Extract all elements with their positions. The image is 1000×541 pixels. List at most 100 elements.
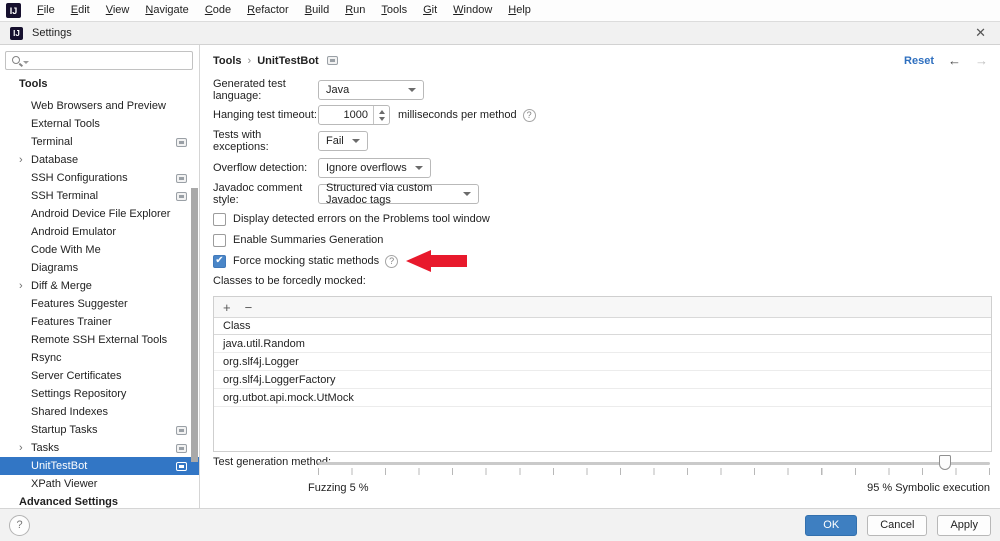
sidebar-item-terminal[interactable]: Terminal: [0, 133, 199, 151]
help-icon[interactable]: ?: [523, 109, 536, 122]
settings-window-titlebar: IJ Settings ✕: [0, 22, 1000, 45]
app-logo-icon: IJ: [6, 3, 21, 18]
sidebar-item-shared-indexes[interactable]: Shared Indexes: [0, 403, 199, 421]
sidebar-item-unittestbot[interactable]: UnitTestBot: [0, 457, 199, 475]
menu-file[interactable]: File: [29, 0, 63, 21]
spinner-stepper[interactable]: [373, 106, 389, 124]
hanging-test-timeout-input[interactable]: 1000: [318, 105, 390, 125]
test-generation-method-label: Test generation method:: [213, 453, 331, 471]
forward-arrow-icon[interactable]: →: [975, 53, 988, 68]
spinner-up-icon[interactable]: [379, 110, 385, 114]
menu-build[interactable]: Build: [297, 0, 337, 21]
menu-code[interactable]: Code: [197, 0, 239, 21]
enable-summaries-checkbox[interactable]: Enable Summaries Generation: [213, 232, 383, 248]
sidebar-section-advanced-settings[interactable]: Advanced Settings: [0, 493, 199, 511]
generated-test-language-select[interactable]: Java: [318, 80, 424, 100]
sidebar-item-ssh-configurations[interactable]: SSH Configurations: [0, 169, 199, 187]
tests-with-exceptions-select[interactable]: Fail: [318, 131, 368, 151]
help-button[interactable]: ?: [9, 515, 30, 536]
slider-ticks: [318, 468, 990, 475]
sidebar-item-ssh-terminal[interactable]: SSH Terminal: [0, 187, 199, 205]
remove-class-button[interactable]: −: [245, 301, 253, 314]
javadoc-comment-style-label: Javadoc comment style:: [213, 182, 318, 206]
project-level-icon: [176, 192, 187, 201]
table-row[interactable]: org.slf4j.Logger: [214, 353, 991, 371]
project-level-icon: [176, 174, 187, 183]
table-row[interactable]: org.slf4j.LoggerFactory: [214, 371, 991, 389]
ok-button[interactable]: OK: [805, 515, 857, 536]
chevron-right-icon: [19, 443, 31, 453]
table-toolbar: + −: [214, 297, 991, 318]
menu-help[interactable]: Help: [500, 0, 539, 21]
menu-run[interactable]: Run: [337, 0, 373, 21]
chevron-right-icon: [19, 281, 31, 291]
table-row[interactable]: org.utbot.api.mock.UtMock: [214, 389, 991, 407]
sidebar-item-rsync[interactable]: Rsync: [0, 349, 199, 367]
hanging-test-timeout-label: Hanging test timeout:: [213, 109, 318, 121]
sidebar-item-server-certificates[interactable]: Server Certificates: [0, 367, 199, 385]
sidebar-item-android-device-file-explorer[interactable]: Android Device File Explorer: [0, 205, 199, 223]
add-class-button[interactable]: +: [223, 301, 231, 314]
project-level-icon: [176, 462, 187, 471]
sidebar-item-settings-repository[interactable]: Settings Repository: [0, 385, 199, 403]
menu-navigate[interactable]: Navigate: [137, 0, 196, 21]
display-detected-errors-checkbox[interactable]: Display detected errors on the Problems …: [213, 211, 490, 227]
menu-edit[interactable]: Edit: [63, 0, 98, 21]
sidebar-item-android-emulator[interactable]: Android Emulator: [0, 223, 199, 241]
table-row[interactable]: java.util.Random: [214, 335, 991, 353]
checkbox-checked-icon[interactable]: ✔: [213, 255, 226, 268]
slider-track[interactable]: [318, 462, 990, 465]
project-level-icon: [176, 444, 187, 453]
sidebar-item-external-tools[interactable]: External Tools: [0, 115, 199, 133]
help-icon[interactable]: ?: [385, 255, 398, 268]
apply-button[interactable]: Apply: [937, 515, 991, 536]
sidebar-item-features-trainer[interactable]: Features Trainer: [0, 313, 199, 331]
settings-content-panel: Tools › UnitTestBot Reset ← → Generated …: [200, 45, 1000, 508]
search-icon: [12, 56, 20, 64]
back-arrow-icon[interactable]: ←: [948, 53, 961, 68]
force-mocking-static-methods-checkbox[interactable]: ✔ Force mocking static methods ?: [213, 253, 467, 269]
sidebar-item-startup-tasks[interactable]: Startup Tasks: [0, 421, 199, 439]
sidebar-item-code-with-me[interactable]: Code With Me: [0, 241, 199, 259]
close-icon[interactable]: ✕: [975, 25, 986, 41]
generated-test-language-label: Generated test language:: [213, 78, 318, 102]
menu-window[interactable]: Window: [445, 0, 500, 21]
sidebar-item-diagrams[interactable]: Diagrams: [0, 259, 199, 277]
slider-right-label: 95 % Symbolic execution: [867, 482, 990, 494]
sidebar-item-features-suggester[interactable]: Features Suggester: [0, 295, 199, 313]
tests-with-exceptions-label: Tests with exceptions:: [213, 129, 318, 153]
javadoc-comment-style-select[interactable]: Structured via custom Javadoc tags: [318, 184, 479, 204]
menu-tools[interactable]: Tools: [373, 0, 415, 21]
chevron-down-icon: [408, 88, 416, 92]
chevron-down-icon: [415, 166, 423, 170]
sidebar-item-remote-ssh-external-tools[interactable]: Remote SSH External Tools: [0, 331, 199, 349]
sidebar-item-diff-merge[interactable]: Diff & Merge: [0, 277, 199, 295]
breadcrumb: Tools › UnitTestBot Reset ← →: [213, 53, 988, 68]
menu-refactor[interactable]: Refactor: [239, 0, 297, 21]
test-generation-method-slider[interactable]: [318, 455, 990, 481]
sidebar-item-tasks[interactable]: Tasks: [0, 439, 199, 457]
menu-view[interactable]: View: [98, 0, 138, 21]
chevron-right-icon: [19, 155, 31, 165]
settings-sidebar: Tools Web Browsers and Preview External …: [0, 45, 200, 508]
sidebar-section-tools[interactable]: Tools: [0, 75, 199, 93]
settings-search-input[interactable]: [5, 51, 193, 70]
search-caret-icon: [23, 61, 29, 64]
slider-left-label: Fuzzing 5 %: [308, 482, 369, 494]
breadcrumb-tools[interactable]: Tools: [213, 55, 242, 67]
checkbox-icon[interactable]: [213, 234, 226, 247]
overflow-detection-select[interactable]: Ignore overflows: [318, 158, 431, 178]
sidebar-item-xpath-viewer[interactable]: XPath Viewer: [0, 475, 199, 493]
reset-link[interactable]: Reset: [904, 55, 934, 67]
chevron-down-icon: [352, 139, 360, 143]
sidebar-item-web-browsers[interactable]: Web Browsers and Preview: [0, 97, 199, 115]
menu-git[interactable]: Git: [415, 0, 445, 21]
checkbox-icon[interactable]: [213, 213, 226, 226]
sidebar-scrollbar[interactable]: [191, 188, 198, 462]
sidebar-item-database[interactable]: Database: [0, 151, 199, 169]
spinner-down-icon[interactable]: [379, 117, 385, 121]
cancel-button[interactable]: Cancel: [867, 515, 927, 536]
menu-bar: IJ File Edit View Navigate Code Refactor…: [0, 0, 1000, 22]
breadcrumb-separator-icon: ›: [248, 55, 252, 67]
slider-thumb[interactable]: [939, 455, 951, 470]
